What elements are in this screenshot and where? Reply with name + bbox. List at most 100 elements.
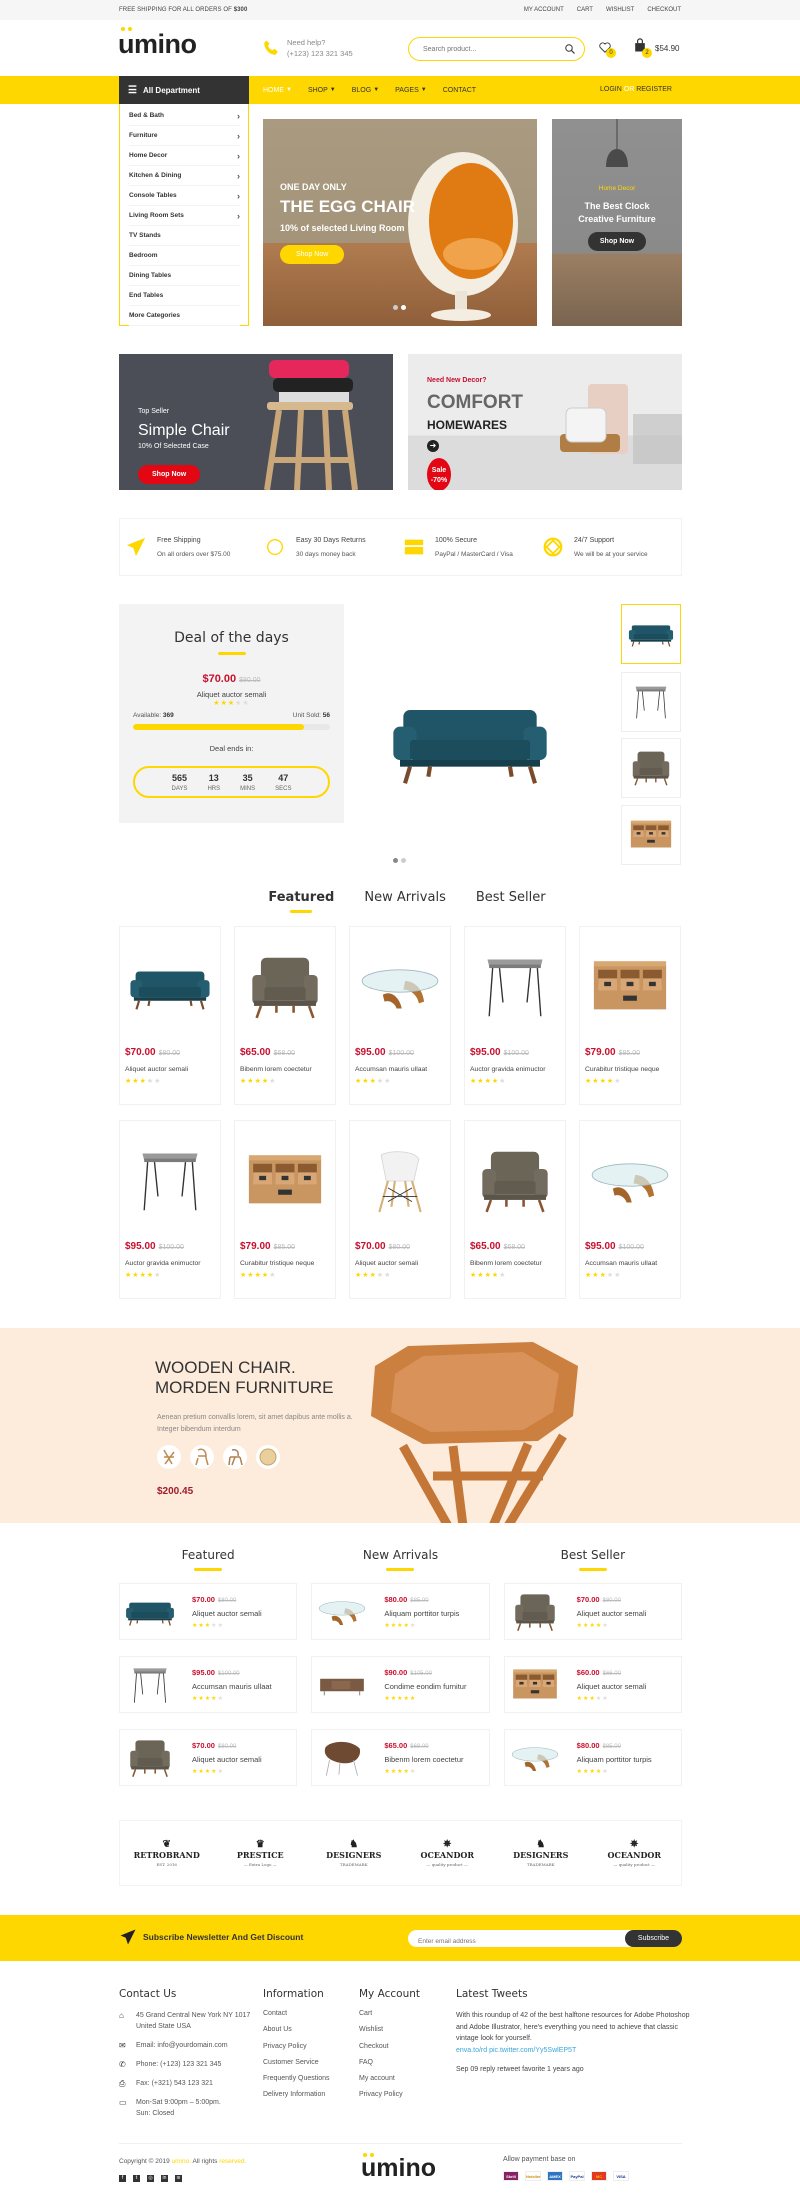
footer-link[interactable]: Delivery Information	[263, 2091, 330, 2107]
product-name[interactable]: Condime eondim furnitur	[384, 1682, 466, 1691]
variant-chair-4[interactable]	[256, 1445, 280, 1469]
department-item[interactable]: Furniture ›	[129, 126, 240, 146]
brand-logo[interactable]: ❦ RETROBRAND EST. 2016	[132, 1839, 202, 1867]
nav-item-blog[interactable]: BLOG ▼	[352, 87, 379, 94]
department-item[interactable]: Living Room Sets ›	[129, 206, 240, 226]
product-image[interactable]	[470, 927, 560, 1047]
arrow-right-icon[interactable]: ➜	[427, 440, 439, 452]
product-name[interactable]: Curabitur tristique neque	[240, 1260, 330, 1267]
product-name[interactable]: Curabitur tristique neque	[585, 1066, 675, 1073]
variant-chair-3[interactable]	[223, 1445, 247, 1469]
list-item[interactable]: $70.00 $80.00 Aliquet auctor semali ★★★★★	[503, 1583, 682, 1640]
product-image[interactable]	[125, 1121, 215, 1241]
department-item[interactable]: Bedroom	[129, 246, 240, 266]
product-card[interactable]: $79.00 $85.00 Curabitur tristique neque ★★★…	[234, 1120, 336, 1299]
list-item[interactable]: $65.00 $68.00 Bibenm lorem coectetur ★★★★★	[311, 1729, 490, 1786]
product-image[interactable]	[355, 927, 445, 1047]
product-card[interactable]: $95.00 $100.00 Accumsan mauris ullaat ★★★★★	[349, 926, 451, 1105]
product-name[interactable]: Bibenm lorem coectetur	[240, 1066, 330, 1073]
product-card[interactable]: $95.00 $100.00 Auctor gravida enimuctor ★★★…	[464, 926, 566, 1105]
product-image[interactable]	[125, 927, 215, 1047]
product-image[interactable]	[470, 1121, 560, 1241]
list-item[interactable]: $70.00 $80.00 Aliquet auctor semali ★★★★★	[119, 1729, 298, 1786]
product-image[interactable]	[240, 927, 330, 1047]
product-name[interactable]: Bibenm lorem coectetur	[470, 1260, 560, 1267]
footer-link[interactable]: Privacy Policy	[263, 2043, 330, 2059]
twitter-icon[interactable]: t	[133, 2175, 140, 2182]
department-item[interactable]: More Categories	[129, 306, 240, 326]
footer-link[interactable]: My account	[359, 2075, 420, 2091]
banner-left-shop-now-button[interactable]: Shop Now	[138, 465, 201, 484]
cart-button[interactable]: 2	[634, 38, 652, 58]
slide-dot[interactable]	[393, 305, 398, 310]
footer-link[interactable]: Frequently Questions	[263, 2075, 330, 2091]
product-name[interactable]: Accumsan mauris ullaat	[192, 1682, 272, 1691]
instagram-icon[interactable]: ◎	[147, 2175, 154, 2182]
tab-best-seller[interactable]: Best Seller	[476, 890, 546, 913]
search-input[interactable]	[423, 45, 564, 53]
product-card[interactable]: $95.00 $100.00 Accumsan mauris ullaat ★★★★★	[579, 1120, 681, 1299]
linkedin-icon[interactable]: in	[161, 2175, 168, 2182]
all-department-button[interactable]: ☰ All Department	[119, 76, 249, 104]
banner-simple-chair[interactable]: Top Seller Simple Chair 10% Of Selected …	[119, 354, 393, 490]
product-card[interactable]: $70.00 $80.00 Aliquet auctor semali ★★★★★	[349, 1120, 451, 1299]
hero-shop-now-button[interactable]: Shop Now	[280, 245, 345, 264]
nav-item-shop[interactable]: SHOP ▼	[308, 87, 336, 94]
footer-link[interactable]: FAQ	[359, 2059, 420, 2075]
wishlist-button[interactable]: 0	[598, 40, 616, 59]
product-card[interactable]: $70.00 $80.00 Aliquet auctor semali ★★★★★	[119, 926, 221, 1105]
product-name[interactable]: Aliquet auctor semali	[355, 1260, 445, 1267]
department-item[interactable]: TV Stands	[129, 226, 240, 246]
product-name[interactable]: Accumsan mauris ullaat	[585, 1260, 675, 1267]
product-name[interactable]: Aliquam porttitor turpis	[577, 1755, 652, 1764]
brand-logo[interactable]: ♞ DESIGNERS TRADEMARK	[319, 1839, 389, 1867]
department-item[interactable]: End Tables	[129, 286, 240, 306]
copyright-brand-link[interactable]: umino.	[172, 2158, 192, 2165]
list-item[interactable]: $80.00 $85.00 Aliquam porttitor turpis ★★★★…	[311, 1583, 490, 1640]
footer-link[interactable]: About Us	[263, 2026, 330, 2042]
newsletter-email-input[interactable]	[408, 1934, 608, 1949]
product-name[interactable]: Aliquam porttitor turpis	[384, 1609, 459, 1618]
tweet-link[interactable]: enva.to/rd pic.twitter.com/Yy5SwlEP5T	[456, 2045, 701, 2057]
product-card[interactable]: $79.00 $85.00 Curabitur tristique neque ★★★…	[579, 926, 681, 1105]
side-banner-shop-now-button[interactable]: Shop Now	[587, 232, 647, 251]
list-item[interactable]: $80.00 $85.00 Aliquam porttitor turpis ★★★★…	[503, 1729, 682, 1786]
product-name[interactable]: Accumsan mauris ullaat	[355, 1066, 445, 1073]
product-name[interactable]: Bibenm lorem coectetur	[384, 1755, 463, 1764]
department-item[interactable]: Home Decor ›	[129, 146, 240, 166]
brand-logo[interactable]: ✵ OCEANDOR — quality product —	[412, 1839, 482, 1867]
department-item[interactable]: Bed & Bath ›	[129, 106, 240, 126]
product-name[interactable]: Aliquet auctor semali	[192, 1609, 262, 1618]
nav-item-pages[interactable]: PAGES ▼	[395, 87, 427, 94]
deal-product-name[interactable]: Aliquet auctor semali	[119, 690, 344, 699]
product-name[interactable]: Auctor gravida enimuctor	[125, 1260, 215, 1267]
list-item[interactable]: $95.00 $100.00 Accumsan mauris ullaat ★★★★★	[119, 1656, 298, 1713]
product-name[interactable]: Aliquet auctor semali	[192, 1755, 262, 1764]
slide-dot-active[interactable]	[393, 858, 398, 863]
product-image[interactable]	[355, 1121, 445, 1241]
brand-logo[interactable]: ✵ OCEANDOR — quality product —	[599, 1839, 669, 1867]
product-image[interactable]	[240, 1121, 330, 1241]
product-card[interactable]: $95.00 $100.00 Auctor gravida enimuctor ★★★…	[119, 1120, 221, 1299]
product-card[interactable]: $65.00 $68.00 Bibenm lorem coectetur ★★★★★	[234, 926, 336, 1105]
slide-dot-active[interactable]	[401, 305, 406, 310]
register-link[interactable]: REGISTER	[636, 86, 672, 93]
slide-dot[interactable]	[401, 858, 406, 863]
deal-thumbnail[interactable]	[621, 604, 681, 664]
product-card[interactable]: $65.00 $68.00 Bibenm lorem coectetur ★★★★★	[464, 1120, 566, 1299]
tab-featured[interactable]: Featured	[268, 890, 334, 913]
department-item[interactable]: Console Tables ›	[129, 186, 240, 206]
department-item[interactable]: Dining Tables	[129, 266, 240, 286]
footer-link[interactable]: Cart	[359, 2010, 420, 2026]
footer-link[interactable]: Customer Service	[263, 2059, 330, 2075]
list-item[interactable]: $60.00 $66.00 Aliquet auctor semali ★★★★★	[503, 1656, 682, 1713]
nav-item-home[interactable]: HOME ▼	[263, 87, 292, 94]
list-item[interactable]: $70.00 $80.00 Aliquet auctor semali ★★★★★	[119, 1583, 298, 1640]
footer-link[interactable]: Wishlist	[359, 2026, 420, 2042]
variant-chair-1[interactable]	[157, 1445, 181, 1469]
facebook-icon[interactable]: f	[119, 2175, 126, 2182]
top-link[interactable]: MY ACCOUNT	[524, 7, 564, 13]
product-name[interactable]: Aliquet auctor semali	[577, 1609, 647, 1618]
tab-new-arrivals[interactable]: New Arrivals	[364, 890, 446, 913]
brand-logo[interactable]: ♛ PRESTICE — Extra Logo —	[225, 1839, 295, 1867]
